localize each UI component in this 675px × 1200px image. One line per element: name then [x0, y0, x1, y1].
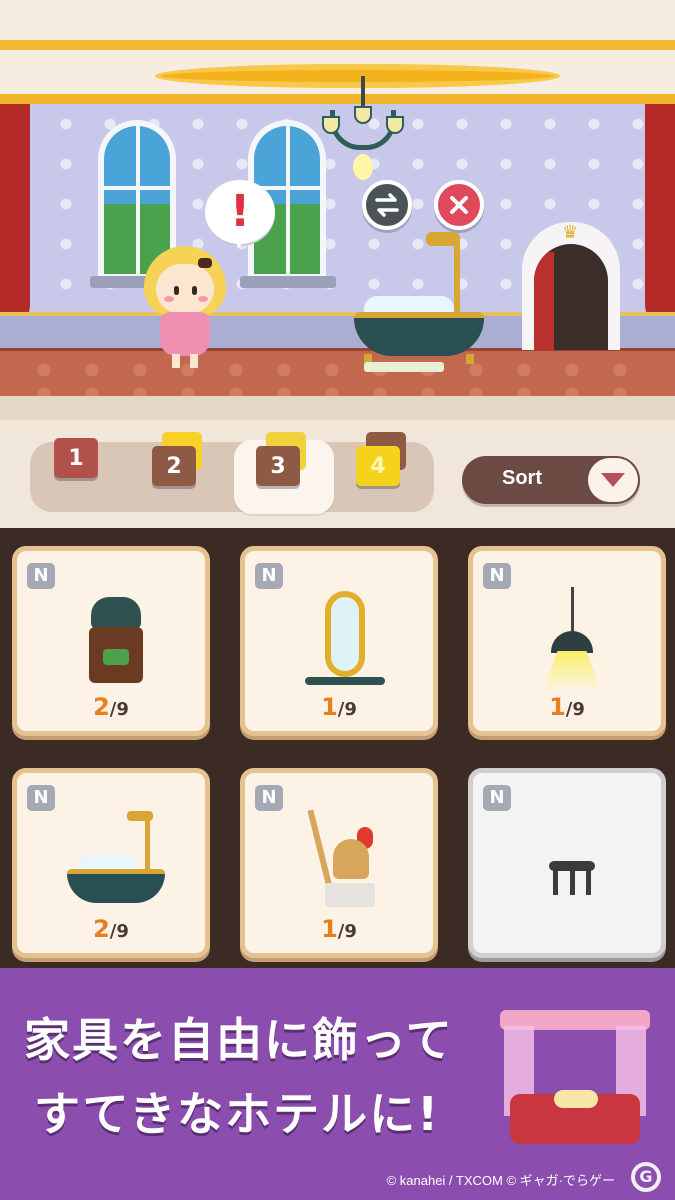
furniture-grid: N 2/9 N 1/9 N 1/9 N 2/9 N 1/9 N [0, 528, 675, 988]
telephone-table-icon [67, 587, 165, 687]
total-count: /9 [109, 921, 129, 942]
rarity-badge: N [27, 785, 55, 811]
item-card-bathtub[interactable]: N 2/9 [12, 768, 210, 958]
rarity-badge: N [27, 563, 55, 589]
canopy-bed-illustration [500, 1010, 650, 1148]
banner-headline-2: すてきなホテルに! [34, 1087, 441, 1141]
item-count: 1/9 [245, 915, 433, 943]
owned-count: 1 [321, 915, 338, 943]
window-ledge [240, 276, 336, 288]
rarity-badge: N [483, 785, 511, 811]
tab-3[interactable]: 3 [256, 432, 306, 486]
stool-icon [523, 809, 621, 909]
ceiling-band [0, 40, 675, 50]
copyright-text: © kanahei / TXCOM © ギャガ·でらゲー [386, 1173, 615, 1188]
chevron-down-icon [601, 473, 625, 487]
total-count: /9 [565, 699, 585, 720]
sort-button[interactable]: Sort [462, 456, 640, 504]
rarity-badge: N [255, 563, 283, 589]
knight-statue-icon [295, 809, 393, 909]
rarity-badge: N [483, 563, 511, 589]
total-count: /9 [337, 921, 357, 942]
owned-count: 1 [549, 693, 566, 721]
bathtub-icon [67, 809, 165, 909]
lamp-icon [523, 587, 621, 691]
room-door[interactable]: ♛ [522, 222, 620, 350]
tab-label: 4 [356, 446, 400, 486]
owned-count: 2 [93, 915, 110, 943]
exclamation-icon: ! [229, 186, 251, 237]
item-card-knight-statue[interactable]: N 1/9 [240, 768, 438, 958]
owned-count: 2 [93, 693, 110, 721]
item-card-stool[interactable]: N [468, 768, 666, 958]
curtain-right [645, 104, 675, 334]
owned-count: 1 [321, 693, 338, 721]
remove-button[interactable] [434, 180, 484, 230]
placed-bathtub[interactable] [354, 232, 486, 378]
item-count: 1/9 [473, 693, 661, 721]
girl-character[interactable] [140, 246, 230, 368]
tab-2[interactable]: 2 [152, 432, 202, 486]
item-card-telephone-table[interactable]: N 2/9 [12, 546, 210, 736]
close-icon [450, 196, 468, 214]
rarity-badge: N [255, 785, 283, 811]
swap-arrows-icon [375, 193, 399, 217]
category-bar: 1 2 3 4 Sort [0, 420, 675, 528]
sort-label: Sort [502, 467, 542, 489]
chandelier [318, 76, 408, 180]
banner-headline-1: 家具を自由に飾って [24, 1013, 454, 1067]
swap-button[interactable] [362, 180, 412, 230]
item-count: 2/9 [17, 915, 205, 943]
sort-dropdown-toggle[interactable] [588, 458, 638, 502]
tab-label: 3 [256, 446, 300, 486]
mirror-icon [295, 587, 393, 687]
tab-label: 2 [152, 446, 196, 486]
tab-4[interactable]: 4 [356, 432, 406, 486]
watermark-logo: G [631, 1162, 661, 1192]
speech-bubble[interactable]: ! [205, 180, 275, 248]
curtain-left [0, 104, 30, 334]
total-count: /9 [337, 699, 357, 720]
scene-bottom-edge [0, 396, 675, 420]
tab-1[interactable]: 1 [54, 432, 104, 482]
item-count: 1/9 [245, 693, 433, 721]
room-scene[interactable]: ! ♛ [0, 0, 675, 420]
item-card-pendant-lamp[interactable]: N 1/9 [468, 546, 666, 736]
crown-icon: ♛ [562, 222, 579, 243]
item-count: 2/9 [17, 693, 205, 721]
total-count: /9 [109, 699, 129, 720]
tab-label: 1 [54, 438, 98, 478]
item-card-gold-mirror[interactable]: N 1/9 [240, 546, 438, 736]
